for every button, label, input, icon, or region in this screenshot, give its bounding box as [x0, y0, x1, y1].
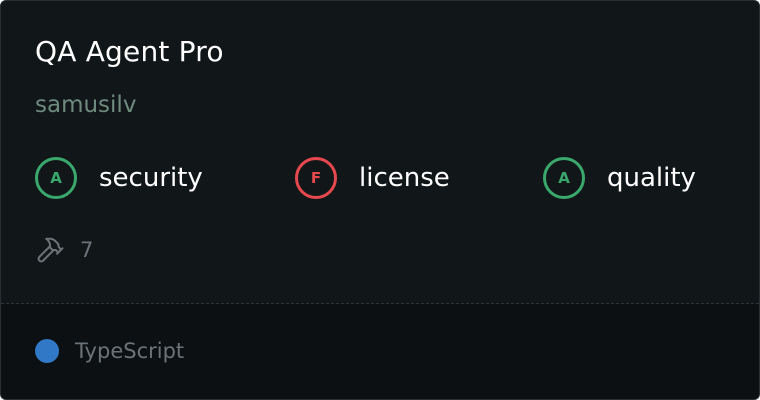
score-label: license	[359, 163, 450, 193]
score-security: A security	[35, 156, 203, 200]
grade-badge: A	[35, 157, 77, 199]
grade-badge: F	[295, 157, 337, 199]
language-name: TypeScript	[75, 339, 185, 363]
server-card[interactable]: QA Agent Pro samusilv A security F licen…	[0, 0, 760, 400]
score-label: security	[99, 163, 203, 193]
score-label: quality	[607, 163, 696, 193]
score-quality: A quality	[543, 156, 696, 200]
tools-count-row: 7	[35, 235, 93, 265]
server-owner[interactable]: samusilv	[35, 92, 136, 118]
language-row: TypeScript	[35, 339, 184, 363]
grade-badge: A	[543, 157, 585, 199]
hammer-icon	[35, 235, 65, 265]
tools-count: 7	[80, 238, 94, 262]
server-title[interactable]: QA Agent Pro	[35, 35, 224, 68]
score-license: F license	[295, 156, 450, 200]
language-color-dot	[35, 339, 59, 363]
